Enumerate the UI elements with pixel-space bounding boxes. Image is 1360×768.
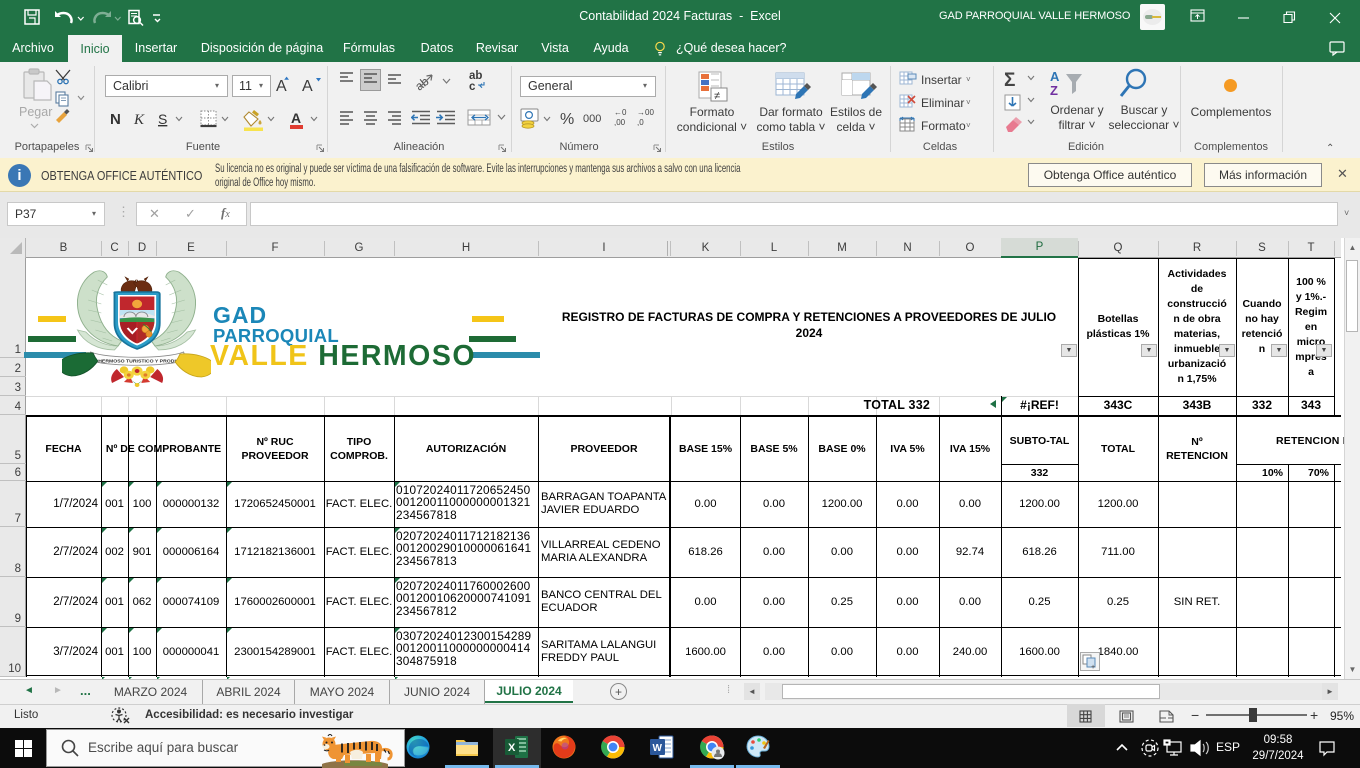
- svg-text:W: W: [653, 743, 663, 754]
- svg-text:←0: ←0: [614, 108, 627, 117]
- svg-text:≠: ≠: [714, 90, 720, 102]
- svg-text:K: K: [133, 112, 145, 128]
- svg-text:+: +: [1091, 664, 1095, 670]
- svg-text:X: X: [508, 742, 516, 754]
- svg-text:c: c: [469, 81, 476, 93]
- svg-text:,0: ,0: [637, 118, 644, 127]
- svg-text:A: A: [276, 78, 287, 95]
- svg-text:Σ: Σ: [1004, 70, 1015, 91]
- svg-text:N: N: [110, 111, 121, 128]
- svg-text:S: S: [158, 111, 167, 127]
- svg-text:A: A: [1050, 69, 1060, 84]
- svg-text:A: A: [302, 78, 313, 95]
- svg-text:A: A: [291, 110, 301, 126]
- svg-text:Z: Z: [1050, 83, 1058, 98]
- svg-text:%: %: [560, 111, 574, 128]
- svg-text:,00: ,00: [614, 118, 626, 127]
- svg-text:→00: →00: [637, 108, 654, 117]
- svg-text:000: 000: [583, 113, 601, 125]
- svg-text:Pegar: Pegar: [19, 105, 52, 119]
- svg-text:ab: ab: [412, 74, 431, 92]
